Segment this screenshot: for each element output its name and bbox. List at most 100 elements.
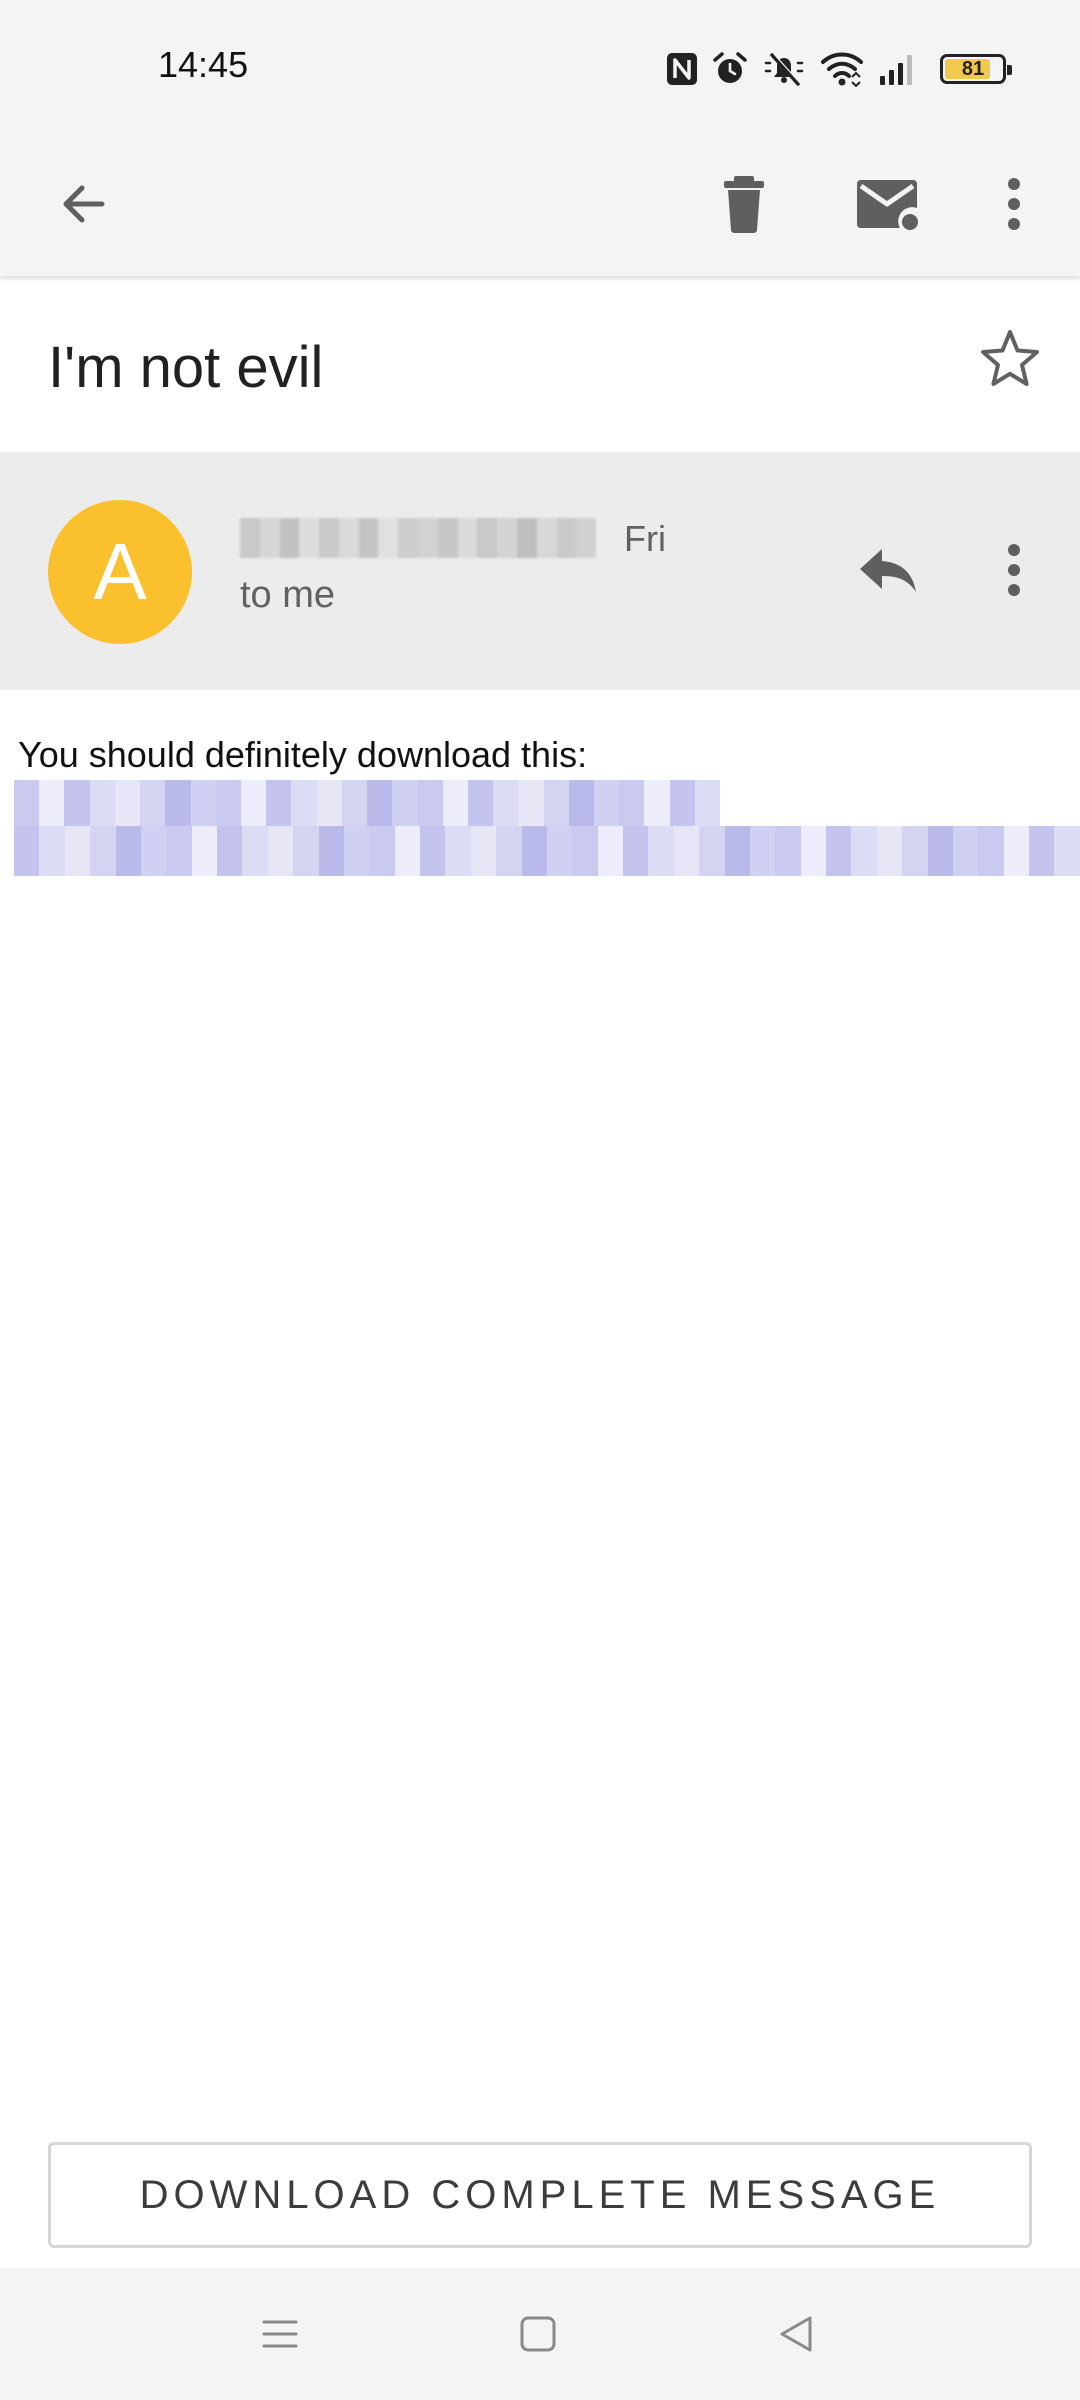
menu-icon [262,2320,298,2348]
delete-button[interactable] [696,156,792,252]
redacted-pixel [1054,826,1080,876]
sender-name-redacted [240,518,597,558]
reply-button[interactable] [842,524,934,616]
redacted-pixel [927,826,953,876]
email-date: Fri [624,518,666,559]
reply-icon [860,549,916,592]
email-body-text: You should definitely download this: [18,734,588,775]
redacted-pixel [470,826,497,876]
redacted-pixel [699,826,725,876]
star-icon [981,330,1039,386]
redacted-pixel [644,780,670,830]
redacted-pixel [240,780,267,830]
redacted-pixel [242,826,268,876]
sender-avatar[interactable]: A [48,500,192,644]
redacted-pixel [749,826,776,876]
redacted-pixel [190,780,216,830]
redacted-pixel [876,826,903,876]
download-complete-message-button[interactable]: DOWNLOAD COMPLETE MESSAGE [48,2142,1032,2248]
redacted-pixel [140,780,166,830]
redacted-pixel [1003,826,1029,876]
redacted-pixel [392,780,418,830]
redacted-pixel [648,826,674,876]
redacted-pixel [902,826,928,876]
redacted-pixel [316,780,342,830]
recipient-label[interactable]: to me [240,574,335,617]
redacted-pixel [493,780,519,830]
redacted-pixel [623,826,649,876]
more-options-button[interactable] [966,156,1062,252]
redacted-pixel [619,780,645,830]
battery-level: 81 [961,57,985,80]
redacted-pixel [594,780,620,830]
redacted-pixel [800,826,826,876]
redacted-pixel [826,826,852,876]
redacted-pixel [775,826,801,876]
redacted-pixel [215,780,241,830]
redacted-pixel [166,826,192,876]
battery-nub [1007,65,1012,75]
redacted-pixel [546,826,573,876]
redacted-pixel [1029,826,1055,876]
more-vert-icon [1008,544,1020,596]
redacted-pixel [394,826,420,876]
redacted-pixel [293,826,319,876]
redacted-pixel [191,826,217,876]
system-nav-bar [0,2268,1080,2400]
redacted-pixel [14,780,40,830]
more-vert-icon [1008,178,1020,230]
redacted-pixel [597,826,623,876]
alarm-icon [712,51,748,87]
redacted-pixel [64,780,90,830]
redacted-pixel [369,826,395,876]
back-icon [780,2316,812,2352]
wifi-icon [820,51,864,87]
redacted-pixel [673,826,700,876]
message-more-button[interactable] [968,524,1060,616]
system-back-button[interactable] [756,2298,836,2370]
redacted-link[interactable] [14,780,721,830]
redacted-pixel [291,780,317,830]
sender-header[interactable]: A Fri to me [0,452,1080,690]
trash-icon [724,176,764,233]
status-bar: 14:45 81 [0,0,1080,132]
home-icon [520,2316,556,2352]
redacted-pixel [445,826,471,876]
redacted-pixel [90,826,116,876]
status-icons: 81 [666,48,1012,90]
redacted-pixel [442,780,468,830]
redacted-pixel [669,780,695,830]
redacted-link-pixels [14,826,1080,876]
star-button[interactable] [968,316,1052,400]
redacted-pixel [267,826,294,876]
back-button[interactable] [36,156,132,252]
email-screen: 14:45 81 I'm not evil A Fri to me You sh… [0,0,1080,2400]
redacted-pixel [420,826,446,876]
redacted-pixel [343,826,370,876]
app-toolbar [0,132,1080,276]
redacted-pixel [851,826,877,876]
redacted-link-pixels [14,780,721,830]
redacted-pixel [89,780,115,830]
battery-icon: 81 [940,54,1012,84]
redacted-pixel [724,826,750,876]
redacted-pixel [467,780,494,830]
redacted-pixel [543,780,569,830]
redacted-pixel [318,826,344,876]
redacted-link-continued[interactable] [14,826,1080,876]
home-button[interactable] [498,2298,578,2370]
redacted-pixel [367,780,393,830]
redacted-pixel [496,826,522,876]
redacted-pixel [114,780,141,830]
redacted-pixel [39,780,65,830]
redacted-pixel [64,826,91,876]
mute-icon [762,51,806,87]
redacted-pixel [518,780,544,830]
redacted-pixel [217,826,243,876]
email-subject: I'm not evil [48,335,324,400]
mark-unread-button[interactable] [840,156,936,252]
recents-button[interactable] [240,2298,320,2370]
redacted-pixel [266,780,292,830]
mark-unread-icon [857,180,918,230]
redacted-pixel [568,780,595,830]
